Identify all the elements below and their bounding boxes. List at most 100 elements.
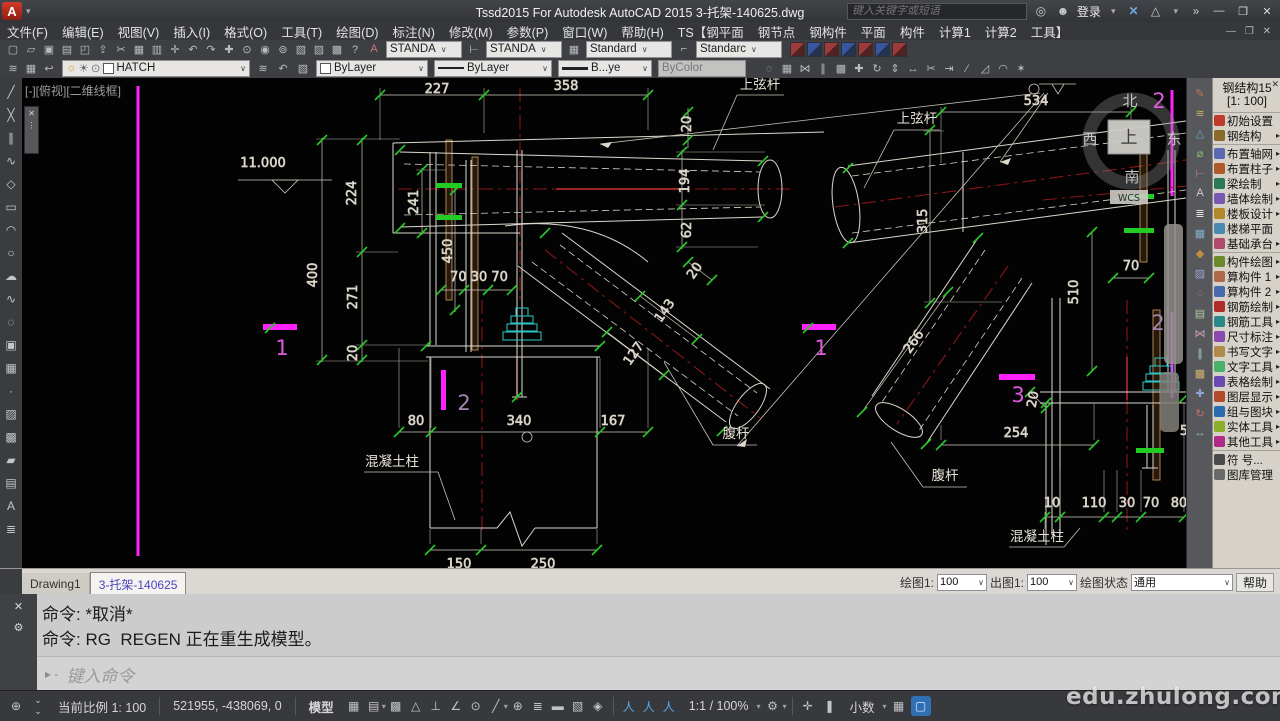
redo-icon[interactable]: ↷: [202, 41, 220, 58]
layer-prev-icon[interactable]: ↶: [274, 60, 292, 77]
menu-item-8[interactable]: 修改(M): [442, 22, 500, 41]
zoom-previous-icon[interactable]: ⊚: [274, 41, 292, 58]
edit-icon[interactable]: ≣: [1, 519, 21, 539]
mini-close-icon[interactable]: ✕: [28, 109, 35, 118]
palette-item-2[interactable]: 布置轴网▸: [1213, 146, 1280, 161]
paste-icon[interactable]: ▥: [148, 41, 166, 58]
drawing-tab-0[interactable]: Drawing1: [22, 573, 90, 595]
palette-item-14[interactable]: 尺寸标注▸: [1213, 329, 1280, 344]
polyline-icon[interactable]: ∿: [1, 151, 21, 171]
ortho-mode-icon[interactable]: ⊥: [426, 696, 446, 716]
copy-object-icon[interactable]: ▦: [778, 60, 796, 77]
palette-item-15[interactable]: 书写文字▸: [1213, 344, 1280, 359]
annotation-scale-caret-icon[interactable]: ▾: [756, 702, 760, 711]
save-icon[interactable]: ▣: [40, 41, 58, 58]
array-tool-icon[interactable]: ▩: [1190, 364, 1210, 382]
measure-icon[interactable]: ⌀: [1190, 144, 1210, 162]
palette-item-1[interactable]: 钢结构▸: [1213, 128, 1280, 143]
clean-screen-icon[interactable]: ▢: [911, 696, 931, 716]
object-snap-icon[interactable]: ⊙: [466, 696, 486, 716]
dim-tool-icon[interactable]: ⊢: [1190, 164, 1210, 182]
drawing-canvas[interactable]: 2273582053411.0002242411946240027145070 …: [22, 78, 1186, 568]
menu-item-1[interactable]: 编辑(E): [55, 22, 111, 41]
units-button[interactable]: 小数: [842, 697, 883, 716]
palette-item-5[interactable]: 墙体绘制▸: [1213, 191, 1280, 206]
ellipse-icon[interactable]: ◌: [1, 312, 21, 332]
command-window[interactable]: ✕ ⚙ 命令: *取消*命令: RG REGEN 正在重生成模型。 ▸ - 键入…: [0, 594, 1280, 690]
object-snap-tracking-icon[interactable]: ╱: [486, 696, 506, 716]
menu-item-7[interactable]: 标注(N): [386, 22, 442, 41]
erase-icon[interactable]: ◌: [760, 60, 778, 77]
lineweight-combo[interactable]: B...ye∨: [558, 60, 652, 77]
layer-properties-icon[interactable]: ≋: [4, 60, 22, 77]
multiline-text-icon[interactable]: A: [1, 496, 21, 516]
palette-item-9[interactable]: 构件绘图▸: [1213, 254, 1280, 269]
hatch-icon[interactable]: ▨: [1, 404, 21, 424]
palette-item-8[interactable]: 基础承台▸: [1213, 236, 1280, 251]
spline-icon[interactable]: ∿: [1, 289, 21, 309]
palette-item-6[interactable]: 楼板设计▸: [1213, 206, 1280, 221]
palette-item-23[interactable]: 图库管理: [1213, 467, 1280, 482]
selection-cycling-icon[interactable]: ◈: [588, 696, 608, 716]
palette-item-10[interactable]: 算构件 1▸: [1213, 269, 1280, 284]
zoom-realtime-icon[interactable]: ⊙: [238, 41, 256, 58]
construction-line-icon[interactable]: ╳: [1, 105, 21, 125]
help-search-input[interactable]: [847, 3, 1027, 20]
model-space-button[interactable]: 模型: [301, 697, 342, 716]
menu-item-18[interactable]: 计算2: [978, 22, 1024, 41]
a360-caret-icon[interactable]: ▾: [1173, 6, 1178, 17]
design-center-icon[interactable]: ▨: [310, 41, 328, 58]
minimize-button[interactable]: —: [1210, 5, 1228, 17]
table-style-combo[interactable]: Standard∨: [586, 41, 672, 58]
ts-tool-3-icon[interactable]: [824, 42, 839, 57]
palette-item-19[interactable]: 组与图块▸: [1213, 404, 1280, 419]
units-caret-icon[interactable]: ▾: [883, 702, 887, 711]
mirror-tool-icon[interactable]: ⋈: [1190, 324, 1210, 342]
table-style-icon[interactable]: ▦: [565, 41, 583, 58]
infer-constraints-icon[interactable]: △: [406, 696, 426, 716]
new-icon[interactable]: ▢: [4, 41, 22, 58]
command-customize-icon[interactable]: ⚙: [14, 621, 24, 634]
drawing-tab-1[interactable]: 3-托架-140625: [90, 572, 187, 595]
copy-tool-icon[interactable]: ▤: [1190, 304, 1210, 322]
mdi-window-controls[interactable]: — ❐ ✕: [1226, 26, 1280, 37]
menu-item-15[interactable]: 平面: [854, 22, 893, 41]
menu-item-16[interactable]: 构件: [893, 22, 932, 41]
palette-item-13[interactable]: 钢筋工具▸: [1213, 314, 1280, 329]
open-icon[interactable]: ▱: [22, 41, 40, 58]
annotation-visibility-icon[interactable]: 人: [619, 696, 639, 716]
plot-scale-combo[interactable]: 100∨: [1027, 574, 1077, 591]
dim-style-icon[interactable]: ⊢: [465, 41, 483, 58]
block-tool-icon[interactable]: ▦: [1190, 224, 1210, 242]
layer-tool-icon[interactable]: ≣: [1190, 204, 1210, 222]
palette-item-20[interactable]: 实体工具▸: [1213, 419, 1280, 434]
viewport-controls-label[interactable]: [-][俯视][二维线框]: [25, 82, 121, 99]
polar-tracking-icon[interactable]: ∠: [446, 696, 466, 716]
arc-icon[interactable]: ◠: [1, 220, 21, 240]
sign-in-label[interactable]: 登录: [1077, 3, 1101, 20]
publish-icon[interactable]: ⇪: [94, 41, 112, 58]
pan-icon[interactable]: ✚: [220, 41, 238, 58]
table-icon[interactable]: ▤: [1, 473, 21, 493]
insert-block-icon[interactable]: ▣: [1, 335, 21, 355]
menu-item-2[interactable]: 视图(V): [111, 22, 167, 41]
search-icon[interactable]: ◎: [1033, 4, 1049, 18]
palette-item-18[interactable]: 图层显示▸: [1213, 389, 1280, 404]
move-tool-icon[interactable]: ✚: [1190, 384, 1210, 402]
command-prompt[interactable]: ▸ - 键入命令: [37, 656, 1280, 691]
menu-item-3[interactable]: 插入(I): [166, 22, 217, 41]
transparency-icon[interactable]: ▧: [568, 696, 588, 716]
exchange-apps-icon[interactable]: ✕: [1125, 4, 1141, 18]
trim-icon[interactable]: ✂: [922, 60, 940, 77]
ts-tool-4-icon[interactable]: [841, 42, 856, 57]
fillet-icon[interactable]: ◠: [994, 60, 1012, 77]
command-input-placeholder[interactable]: 键入命令: [66, 662, 134, 687]
menu-item-12[interactable]: TS【钢平面: [671, 22, 751, 41]
plot-icon[interactable]: ▤: [58, 41, 76, 58]
array-icon[interactable]: ▩: [832, 60, 850, 77]
app-menu-caret-icon[interactable]: ▾: [26, 6, 31, 17]
menu-item-11[interactable]: 帮助(H): [614, 22, 670, 41]
ts-tool-1-icon[interactable]: [790, 42, 805, 57]
hatch-tool-icon[interactable]: ▨: [1190, 264, 1210, 282]
rectangle-icon[interactable]: ▭: [1, 197, 21, 217]
